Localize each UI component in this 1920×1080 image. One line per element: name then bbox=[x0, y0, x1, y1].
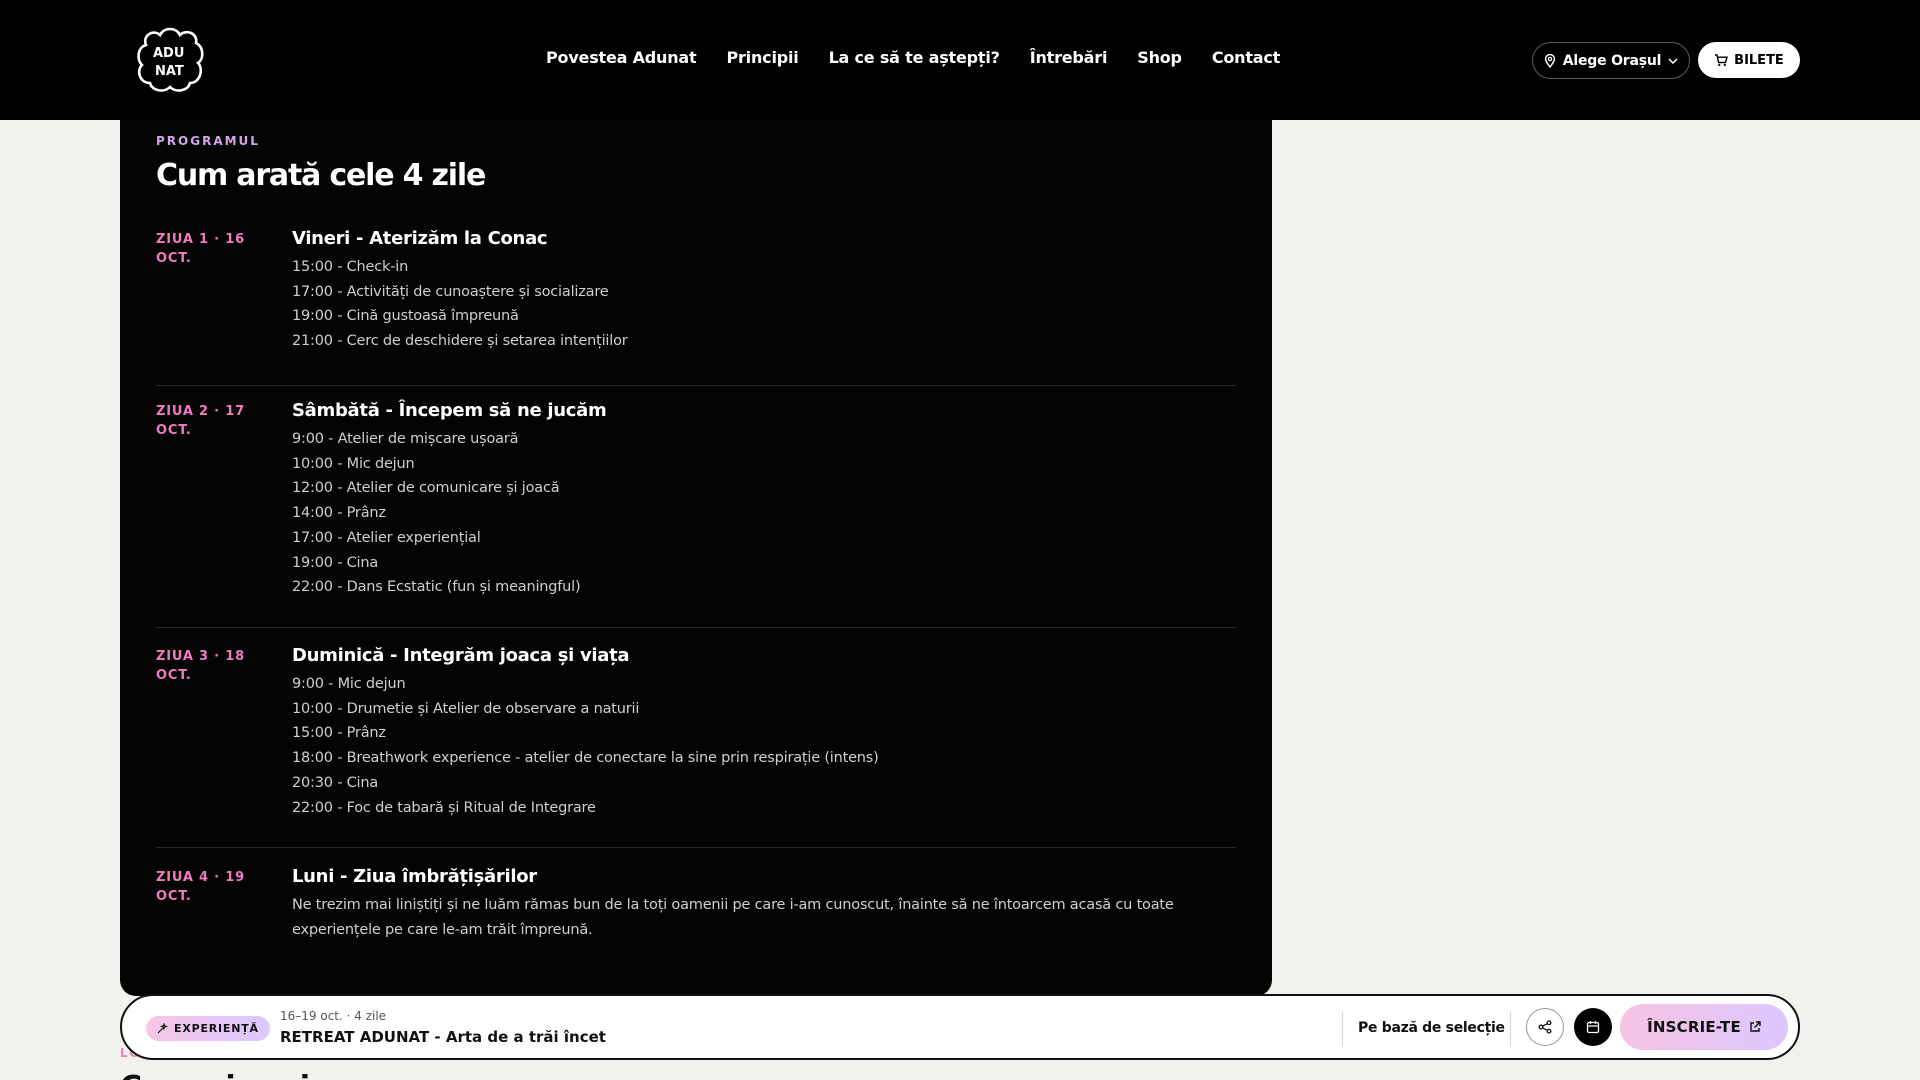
day-title: Vineri - Aterizăm la Conac bbox=[292, 228, 548, 249]
day-title: Luni - Ziua îmbrățișărilor bbox=[292, 866, 537, 887]
next-section-title: Cum ajungi bbox=[120, 1068, 360, 1080]
program-day: ZIUA 4 · 19 OCT. Luni - Ziua îmbrățișări… bbox=[156, 866, 1236, 968]
day-label: ZIUA 4 · 19 OCT. bbox=[156, 870, 245, 904]
share-button[interactable] bbox=[1526, 1008, 1564, 1046]
day-content: Luni - Ziua îmbrățișărilor Ne trezim mai… bbox=[292, 866, 1222, 942]
share-icon bbox=[1538, 1020, 1552, 1034]
divider bbox=[1342, 1012, 1343, 1046]
schedule-item: 12:00 - Atelier de comunicare și joacă bbox=[292, 480, 560, 497]
nav-contact[interactable]: Contact bbox=[1212, 48, 1281, 67]
svg-text:ADU: ADU bbox=[153, 46, 184, 61]
event-date: 16–19 oct. · 4 zile bbox=[280, 1009, 387, 1023]
schedule-item: 15:00 - Check-in bbox=[292, 259, 409, 275]
nav-la-ce-sa-te-astepti[interactable]: La ce să te aștepți? bbox=[829, 48, 1000, 67]
schedule-item: Ne trezim mai liniștiți și ne luăm rămas… bbox=[292, 897, 1174, 938]
day-title: Sâmbătă - Începem să ne jucăm bbox=[292, 400, 607, 421]
event-title: RETREAT ADUNAT - Arta de a trăi încet bbox=[280, 1028, 606, 1046]
tickets-label: BILETE bbox=[1734, 52, 1784, 68]
divider bbox=[1510, 1012, 1511, 1046]
schedule-item: 10:00 - Mic dejun bbox=[292, 455, 415, 472]
schedule-item: 9:00 - Atelier de mișcare ușoară bbox=[292, 431, 519, 447]
schedule-item: 15:00 - Prânz bbox=[292, 725, 386, 742]
location-pin-icon bbox=[1544, 53, 1555, 68]
experience-badge-label: EXPERIENȚĂ bbox=[174, 1022, 259, 1035]
adunat-logo[interactable]: ADU NAT bbox=[136, 27, 204, 93]
program-day: ZIUA 3 · 18 OCT. Duminică - Integrăm joa… bbox=[156, 645, 1236, 848]
sparkle-icon bbox=[157, 1023, 168, 1034]
schedule-item: 22:00 - Foc de tabară și Ritual de Integ… bbox=[292, 799, 596, 816]
schedule-item: 18:00 - Breathwork experience - atelier … bbox=[292, 750, 879, 767]
day-label: ZIUA 2 · 17 OCT. bbox=[156, 404, 245, 438]
cart-icon bbox=[1715, 53, 1729, 66]
calendar-icon bbox=[1586, 1021, 1600, 1034]
main-nav: Povestea Adunat Principii La ce să te aș… bbox=[546, 48, 1280, 67]
event-sticky-bar: EXPERIENȚĂ 16–19 oct. · 4 zile RETREAT A… bbox=[120, 994, 1800, 1060]
day-content: Duminică - Integrăm joaca și viața 9:00 … bbox=[292, 645, 1222, 820]
schedule-item: 10:00 - Drumetie și Atelier de observare… bbox=[292, 700, 640, 717]
program-eyebrow: PROGRAMUL bbox=[156, 134, 260, 148]
schedule-item: 19:00 - Cina bbox=[292, 554, 379, 571]
program-section: PROGRAMUL Cum arată cele 4 zile ZIUA 1 ·… bbox=[120, 120, 1272, 996]
nav-principii[interactable]: Principii bbox=[726, 48, 798, 67]
schedule-item: 21:00 - Cerc de deschidere și setarea in… bbox=[292, 333, 628, 350]
city-select-label: Alege Orașul bbox=[1562, 52, 1662, 69]
program-day: ZIUA 1 · 16 OCT. Vineri - Aterizăm la Co… bbox=[156, 228, 1236, 386]
day-label: ZIUA 3 · 18 OCT. bbox=[156, 649, 245, 683]
chevron-down-icon bbox=[1668, 57, 1678, 64]
day-content: Sâmbătă - Începem să ne jucăm 9:00 - Ate… bbox=[292, 400, 1222, 600]
schedule-item: 17:00 - Activități de cunoaștere și soci… bbox=[292, 283, 609, 300]
schedule-item: 19:00 - Cină gustoasă împreună bbox=[292, 308, 519, 325]
day-title: Duminică - Integrăm joaca și viața bbox=[292, 645, 630, 666]
external-link-icon bbox=[1750, 1021, 1761, 1032]
schedule-item: 17:00 - Atelier experiențial bbox=[292, 529, 481, 546]
calendar-button[interactable] bbox=[1574, 1008, 1612, 1046]
program-day: ZIUA 2 · 17 OCT. Sâmbătă - Începem să ne… bbox=[156, 400, 1236, 628]
site-header: ADU NAT Povestea Adunat Principii La ce … bbox=[0, 0, 1920, 120]
nav-shop[interactable]: Shop bbox=[1137, 48, 1182, 67]
schedule-item: 20:30 - Cina bbox=[292, 774, 379, 791]
nav-intrebari[interactable]: Întrebări bbox=[1030, 48, 1108, 67]
schedule-item: 22:00 - Dans Ecstatic (fun și meaningful… bbox=[292, 579, 581, 596]
tickets-button[interactable]: BILETE bbox=[1698, 42, 1800, 78]
signup-label: ÎNSCRIE-TE bbox=[1647, 1018, 1741, 1036]
nav-povestea[interactable]: Povestea Adunat bbox=[546, 48, 697, 67]
schedule-item: 9:00 - Mic dejun bbox=[292, 676, 406, 692]
city-select-button[interactable]: Alege Orașul bbox=[1532, 42, 1690, 79]
experience-badge: EXPERIENȚĂ bbox=[146, 1016, 270, 1041]
program-title: Cum arată cele 4 zile bbox=[156, 158, 486, 193]
svg-text:NAT: NAT bbox=[155, 64, 184, 79]
signup-button[interactable]: ÎNSCRIE-TE bbox=[1620, 1004, 1788, 1050]
day-label: ZIUA 1 · 16 OCT. bbox=[156, 232, 245, 266]
day-content: Vineri - Aterizăm la Conac 15:00 - Check… bbox=[292, 228, 1222, 354]
schedule-item: 14:00 - Prânz bbox=[292, 505, 386, 522]
selection-note: Pe bază de selecție bbox=[1358, 1020, 1505, 1036]
